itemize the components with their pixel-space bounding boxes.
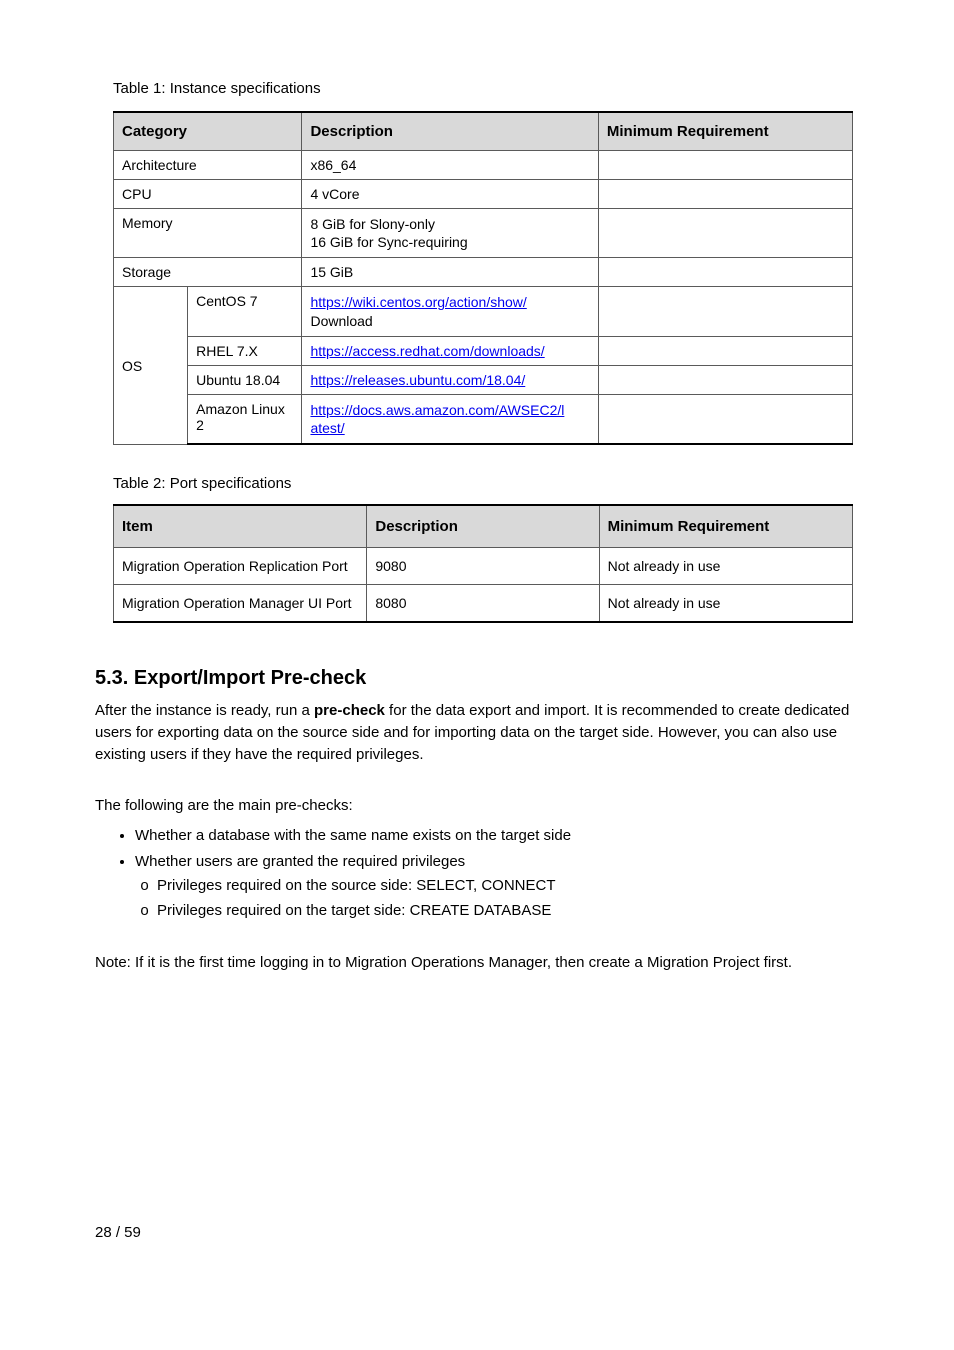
table1-header-requirement: Minimum Requirement bbox=[598, 112, 852, 151]
p1-part-b: pre-check bbox=[314, 702, 385, 719]
list-item: Privileges required on the target side: … bbox=[157, 900, 859, 922]
precheck-intro-paragraph: After the instance is ready, run a pre-c… bbox=[95, 700, 859, 765]
cell-category: Memory bbox=[114, 209, 302, 258]
table-row: RHEL 7.X https://access.redhat.com/downl… bbox=[114, 336, 853, 365]
cell-category: Storage bbox=[114, 258, 302, 287]
page-number: 28 / 59 bbox=[95, 1224, 859, 1241]
cell-category: CPU bbox=[114, 180, 302, 209]
cell-description: 8 GiB for Slony-only 16 GiB for Sync-req… bbox=[302, 209, 598, 258]
cell-description: 4 vCore bbox=[302, 180, 598, 209]
table-row: Memory 8 GiB for Slony-only 16 GiB for S… bbox=[114, 209, 853, 258]
table1-caption: Table 1: Instance specifications bbox=[95, 80, 859, 97]
link-tail: Download bbox=[310, 313, 372, 329]
list-item-text: Whether users are granted the required p… bbox=[135, 853, 465, 870]
cell-description: https://wiki.centos.org/action/show/ Dow… bbox=[302, 287, 598, 336]
cell-requirement bbox=[598, 258, 852, 287]
table-port-specifications: Item Description Minimum Requirement Mig… bbox=[113, 504, 853, 623]
cell-item: Migration Operation Replication Port bbox=[114, 548, 367, 585]
cell-requirement bbox=[598, 336, 852, 365]
table-row: Migration Operation Replication Port 908… bbox=[114, 548, 853, 585]
cell-distro: CentOS 7 bbox=[188, 287, 302, 336]
cell-description: 9080 bbox=[367, 548, 599, 585]
cell-requirement: Not already in use bbox=[599, 585, 852, 623]
link-ubuntu[interactable]: https://releases.ubuntu.com/18.04/ bbox=[310, 372, 525, 388]
table-row: CPU 4 vCore bbox=[114, 180, 853, 209]
table1-header-description: Description bbox=[302, 112, 598, 151]
table2-header-requirement: Minimum Requirement bbox=[599, 505, 852, 548]
cell-item: Migration Operation Manager UI Port bbox=[114, 585, 367, 623]
table2-header-item: Item bbox=[114, 505, 367, 548]
table1-header-category: Category bbox=[114, 112, 302, 151]
precheck-sub-list: Privileges required on the source side: … bbox=[135, 875, 859, 923]
table-row: Storage 15 GiB bbox=[114, 258, 853, 287]
section-heading-precheck: 5.3. Export/Import Pre-check bbox=[95, 667, 859, 690]
table2-header-description: Description bbox=[367, 505, 599, 548]
p1-part-a: After the instance is ready, run a bbox=[95, 702, 314, 719]
list-item: Whether a database with the same name ex… bbox=[135, 825, 859, 847]
memory-line-2: 16 GiB for Sync-requiring bbox=[310, 234, 467, 250]
link-centos[interactable]: https://wiki.centos.org/action/show/ bbox=[310, 294, 526, 310]
cell-description: https://docs.aws.amazon.com/AWSEC2/l ate… bbox=[302, 394, 598, 444]
cell-description: https://access.redhat.com/downloads/ bbox=[302, 336, 598, 365]
table-row: Ubuntu 18.04 https://releases.ubuntu.com… bbox=[114, 365, 853, 394]
cell-requirement bbox=[598, 180, 852, 209]
cell-requirement bbox=[598, 209, 852, 258]
cell-distro: Amazon Linux 2 bbox=[188, 394, 302, 444]
link-amazonlinux[interactable]: https://docs.aws.amazon.com/AWSEC2/l bbox=[310, 402, 564, 418]
cell-requirement: Not already in use bbox=[599, 548, 852, 585]
cell-description: 15 GiB bbox=[302, 258, 598, 287]
link-amazonlinux-tail[interactable]: atest/ bbox=[310, 420, 344, 436]
table-row: Architecture x86_64 bbox=[114, 151, 853, 180]
link-rhel[interactable]: https://access.redhat.com/downloads/ bbox=[310, 343, 544, 359]
table-instance-specifications: Category Description Minimum Requirement… bbox=[113, 111, 853, 445]
list-item: Privileges required on the source side: … bbox=[157, 875, 859, 897]
cell-description: 8080 bbox=[367, 585, 599, 623]
table2-caption: Table 2: Port specifications bbox=[95, 475, 859, 492]
cell-distro: Ubuntu 18.04 bbox=[188, 365, 302, 394]
list-item: Whether users are granted the required p… bbox=[135, 851, 859, 922]
cell-description: x86_64 bbox=[302, 151, 598, 180]
table-row: Migration Operation Manager UI Port 8080… bbox=[114, 585, 853, 623]
table2-header-row: Item Description Minimum Requirement bbox=[114, 505, 853, 548]
cell-distro: RHEL 7.X bbox=[188, 336, 302, 365]
precheck-note: Note: If it is the first time logging in… bbox=[95, 952, 859, 974]
cell-os-group: OS bbox=[114, 287, 188, 444]
cell-category: Architecture bbox=[114, 151, 302, 180]
cell-requirement bbox=[598, 287, 852, 336]
table-row: OS CentOS 7 https://wiki.centos.org/acti… bbox=[114, 287, 853, 336]
precheck-list-intro: The following are the main pre-checks: bbox=[95, 795, 859, 817]
memory-line-1: 8 GiB for Slony-only bbox=[310, 216, 435, 232]
table-row: Amazon Linux 2 https://docs.aws.amazon.c… bbox=[114, 394, 853, 444]
cell-requirement bbox=[598, 151, 852, 180]
cell-requirement bbox=[598, 365, 852, 394]
precheck-bullet-list: Whether a database with the same name ex… bbox=[95, 825, 859, 922]
table1-header-row: Category Description Minimum Requirement bbox=[114, 112, 853, 151]
cell-description: https://releases.ubuntu.com/18.04/ bbox=[302, 365, 598, 394]
cell-requirement bbox=[598, 394, 852, 444]
